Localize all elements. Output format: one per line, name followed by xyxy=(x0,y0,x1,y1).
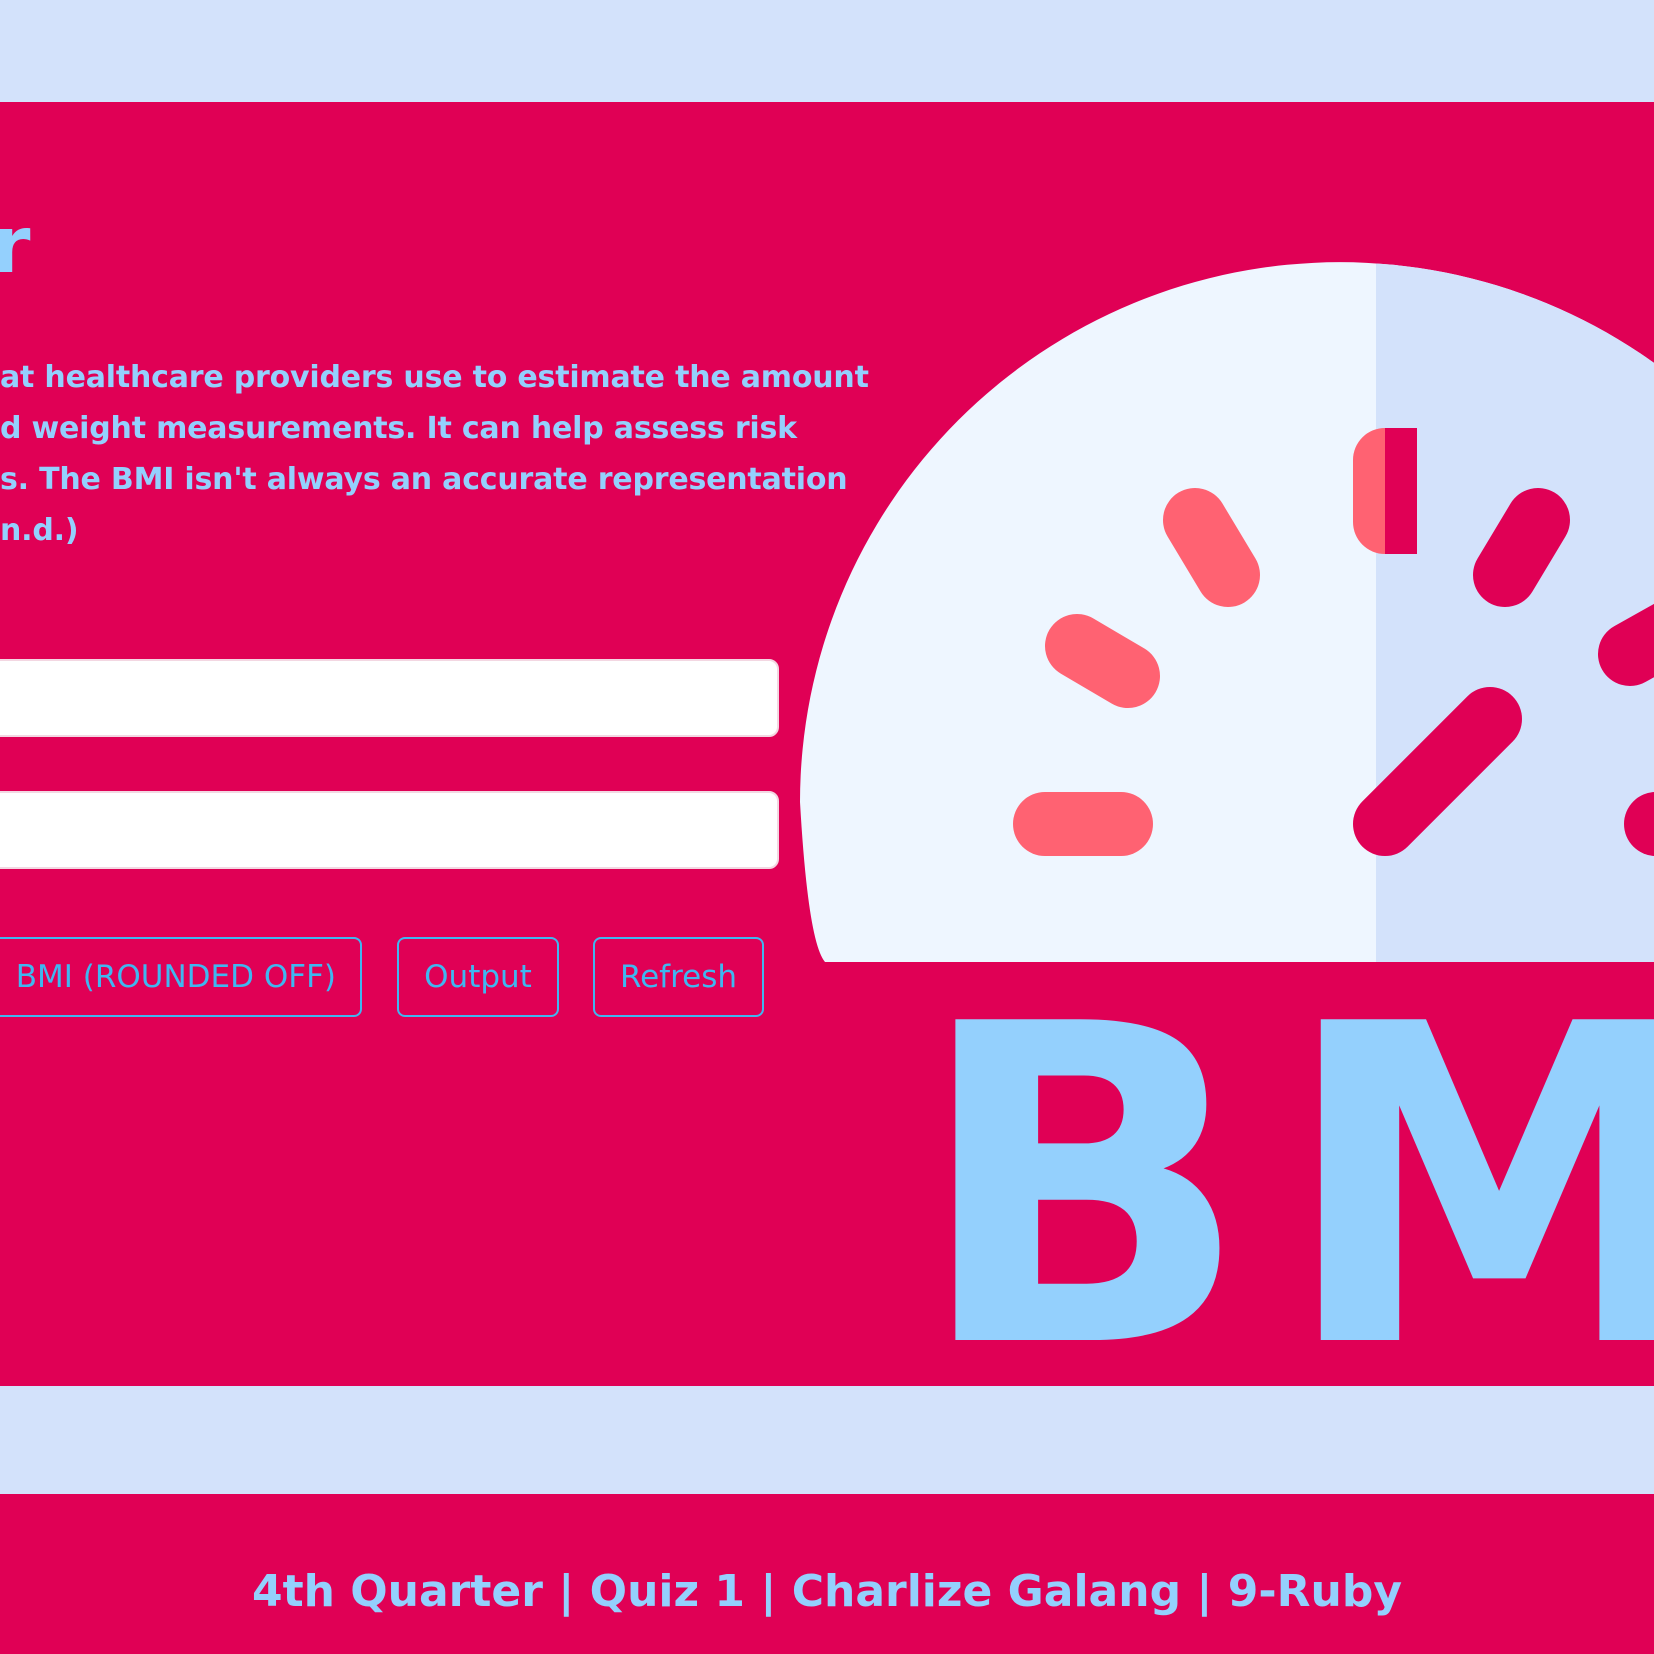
footer-credits: 4th Quarter | Quiz 1 | Charlize Galang |… xyxy=(251,1565,1403,1617)
refresh-button[interactable]: Refresh xyxy=(593,937,764,1017)
footer: 4th Quarter | Quiz 1 | Charlize Galang |… xyxy=(0,1494,1654,1654)
height-input[interactable] xyxy=(0,659,779,737)
output-button[interactable]: Output xyxy=(397,937,559,1017)
description-line: d weight measurements. It can help asses… xyxy=(0,411,797,446)
bmi-description: at healthcare providers use to estimate … xyxy=(0,352,869,556)
bmi-rounded-button[interactable]: BMI (ROUNDED OFF) xyxy=(0,937,362,1017)
gap-band xyxy=(0,1386,1654,1494)
bmi-gauge-logo: BM xyxy=(800,262,1654,1382)
top-band xyxy=(0,0,1654,102)
gauge-icon xyxy=(800,262,1654,962)
weight-input[interactable] xyxy=(0,791,779,869)
calculator-panel: r at healthcare providers use to estimat… xyxy=(0,102,1654,1386)
description-line: at healthcare providers use to estimate … xyxy=(0,360,869,395)
description-line: n.d.) xyxy=(0,513,79,548)
page-title: r xyxy=(0,201,31,291)
description-line: s. The BMI isn't always an accurate repr… xyxy=(0,462,848,497)
bmi-logo-text: BM xyxy=(915,932,1654,1382)
